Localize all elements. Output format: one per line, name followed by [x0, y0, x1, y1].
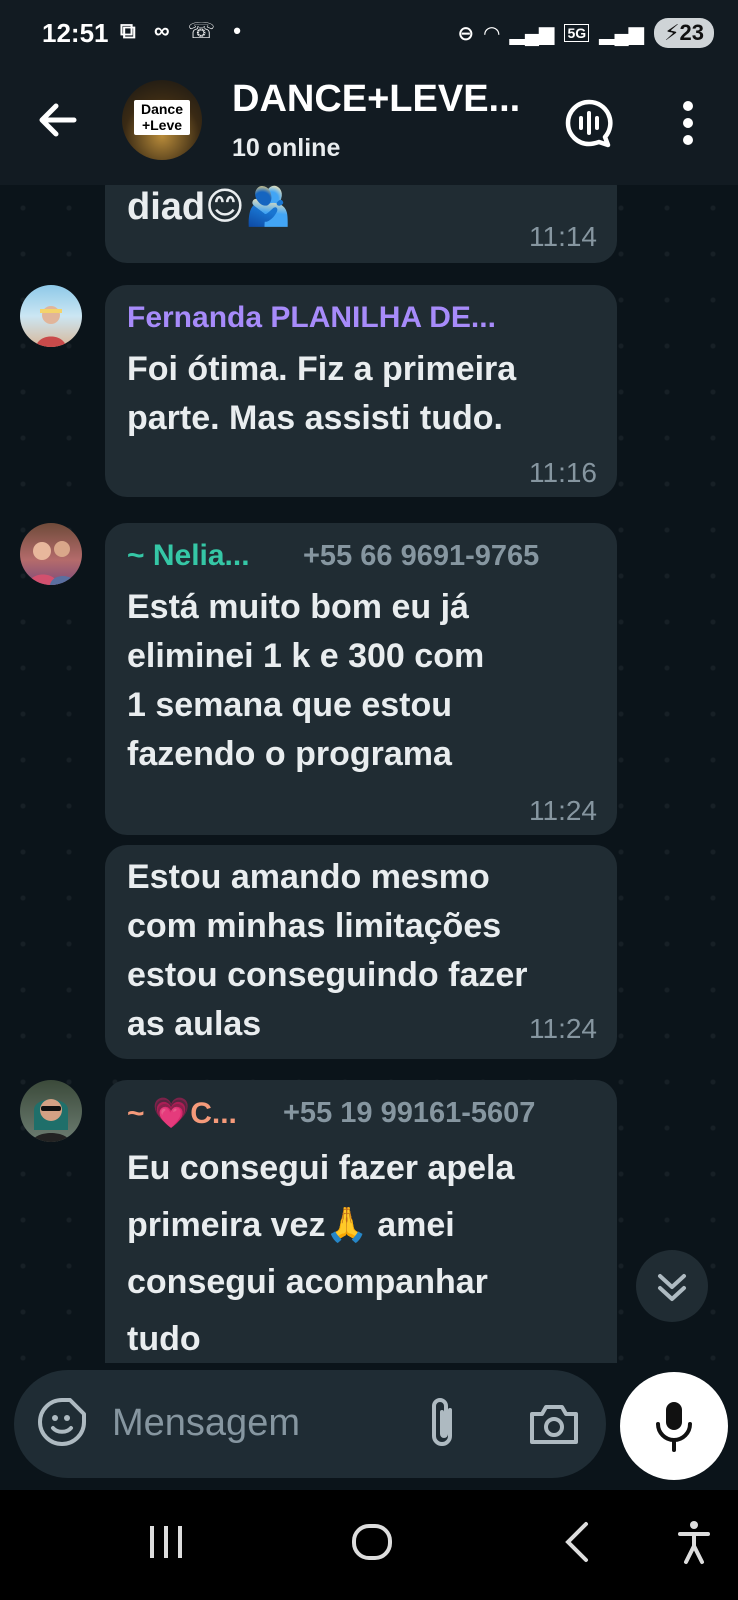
microphone-icon	[656, 1402, 692, 1452]
link-icon: ∞	[153, 18, 176, 43]
avatar-photo	[32, 1099, 70, 1142]
avatar-photo	[28, 541, 76, 585]
message-time: 11:16	[529, 457, 597, 488]
recent-apps-icon[interactable]	[146, 1520, 186, 1564]
message-text-line: 1 semana que estou	[127, 686, 453, 724]
sender-name[interactable]: ~ Nelia...	[127, 539, 250, 573]
voice-record-button[interactable]	[620, 1372, 728, 1480]
message-time: 11:24	[529, 1013, 597, 1044]
home-icon[interactable]	[350, 1520, 394, 1564]
missed-call-icon: ☏	[187, 18, 222, 43]
message-text-line: consegui acompanhar	[127, 1263, 488, 1301]
message-input[interactable]: Mensagem	[112, 1402, 300, 1445]
online-count: 10 online	[232, 134, 341, 162]
message-composer: Mensagem	[14, 1370, 606, 1478]
avatar[interactable]	[20, 523, 82, 585]
message-bubble[interactable]: Fernanda PLANILHA DE... Foi ótima. Fiz a…	[105, 285, 617, 497]
message-text: diad😊🫂	[127, 186, 293, 228]
do-not-disturb-icon: ⊖	[457, 22, 475, 45]
message-text-line: com minhas limitações	[127, 907, 502, 945]
message-text-line: Eu consegui fazer apela	[127, 1149, 515, 1187]
message-time: 11:24	[529, 795, 597, 826]
message-text: Foi ótima. Fiz a primeira parte. Mas ass…	[127, 345, 516, 443]
status-bar: 12:51 ⧉ ∞ ☏ • ⊖ ◠ ▂▄▆ 5G ▂▄▆ ⚡23	[0, 0, 738, 70]
back-icon[interactable]	[560, 1520, 596, 1564]
group-avatar[interactable]: Dance +Leve	[122, 80, 202, 160]
message-text-line: parte. Mas assisti tudo.	[127, 399, 503, 437]
avatar[interactable]	[20, 285, 82, 347]
sender-name[interactable]: ~ 💗C...	[127, 1096, 237, 1131]
scroll-to-bottom-button[interactable]	[636, 1250, 708, 1322]
status-notification-icons: ⧉ ∞ ☏ •	[120, 18, 247, 44]
camera-icon[interactable]	[528, 1400, 580, 1448]
sticker-emoji-icon[interactable]	[36, 1396, 88, 1448]
chat-header: Dance +Leve DANCE+LEVE... 10 online	[0, 70, 738, 185]
voice-chat-icon[interactable]	[564, 98, 614, 148]
message-text-line: primeira vez🙏 amei	[127, 1206, 455, 1244]
back-arrow-icon[interactable]	[34, 96, 82, 144]
signal-icon: ▂▄▆	[599, 22, 645, 45]
message-text-line: eliminei 1 k e 300 com	[127, 637, 485, 675]
message-bubble[interactable]: diad😊🫂 11:14	[105, 185, 617, 263]
message-bubble[interactable]: ~ 💗C... +55 19 99161-5607 Eu consegui fa…	[105, 1080, 617, 1363]
double-chevron-down-icon	[658, 1274, 686, 1301]
message-text-line: Foi ótima. Fiz a primeira	[127, 350, 517, 388]
network-type: 5G	[564, 24, 590, 42]
battery-level: 23	[679, 20, 704, 45]
message-text-line: Está muito bom eu já	[127, 588, 469, 626]
message-text: Eu consegui fazer apela primeira vez🙏 am…	[127, 1140, 514, 1363]
group-logo: Dance +Leve	[134, 100, 190, 135]
message-text: Está muito bom eu já eliminei 1 k e 300 …	[127, 583, 484, 779]
group-logo-line1: Dance	[140, 101, 184, 117]
message-text: Estou amando mesmo com minhas limitações…	[127, 853, 528, 1049]
more-options-icon[interactable]	[668, 98, 708, 148]
message-text-line: fazendo o programa	[127, 735, 452, 773]
battery-icon: ⚡	[664, 20, 680, 45]
message-bubble[interactable]: ~ Nelia... +55 66 9691-9765 Está muito b…	[105, 523, 617, 835]
status-right: ⊖ ◠ ▂▄▆ 5G ▂▄▆ ⚡23	[457, 18, 714, 48]
accessibility-icon[interactable]	[676, 1520, 712, 1566]
message-list[interactable]: diad😊🫂 11:14 Fernanda PLANILHA DE... Foi…	[0, 185, 738, 1363]
avatar-photo	[36, 306, 66, 347]
wifi-icon: ◠	[484, 22, 500, 45]
group-logo-line2: +Leve	[141, 117, 183, 133]
battery-indicator: ⚡23	[654, 18, 714, 48]
message-text-line: as aulas	[127, 1005, 262, 1043]
signal-icon: ▂▄▆	[509, 22, 555, 45]
group-name[interactable]: DANCE+LEVE...	[232, 78, 520, 121]
screen-record-icon: ⧉	[120, 18, 142, 43]
sender-phone: +55 66 9691-9765	[303, 540, 540, 572]
avatar[interactable]	[20, 1080, 82, 1142]
sender-phone: +55 19 99161-5607	[283, 1097, 536, 1129]
message-bubble[interactable]: Estou amando mesmo com minhas limitações…	[105, 845, 617, 1059]
message-text-line: estou conseguindo fazer	[127, 956, 528, 994]
system-nav-bar	[0, 1490, 738, 1600]
paperclip-icon[interactable]	[422, 1396, 462, 1452]
status-time: 12:51	[42, 18, 109, 48]
message-text-line: tudo	[127, 1320, 201, 1358]
dot-icon: •	[233, 18, 247, 43]
sender-name[interactable]: Fernanda PLANILHA DE...	[127, 301, 496, 335]
message-text-line: Estou amando mesmo	[127, 858, 490, 896]
message-time: 11:14	[529, 221, 597, 252]
